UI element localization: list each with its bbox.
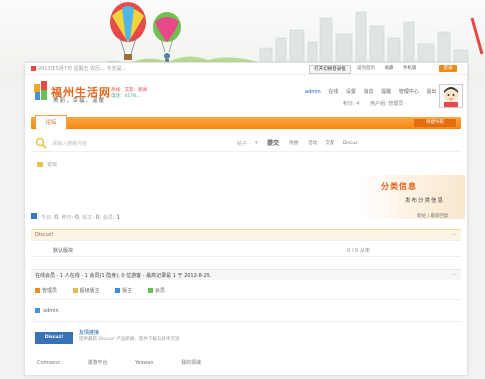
friend-link-list: Comsenz 漫游平台 Yeswan 我的领域 — [37, 359, 227, 366]
forum-stats: 今日: 0, 昨日: 0, 帖子: 0, 会员: 1 新帖 | 最新回复 — [31, 211, 461, 223]
stats-yesterday: 0 — [74, 213, 80, 221]
top-link-homepage[interactable]: 设为首页 — [357, 66, 375, 71]
online-members-title[interactable]: 在线会员 - 1 人在线 - 1 会员(1 隐身), 0 位游客 - 最高记录是… — [35, 272, 212, 279]
logo-icon[interactable] — [33, 80, 49, 102]
legend-label: 会员 — [154, 288, 165, 294]
hot-search-link[interactable]: 活动 — [308, 141, 317, 146]
user-group-legend: 管理员 超级版主 版主 会员 — [35, 287, 179, 294]
friend-link[interactable]: 我的领域 — [181, 360, 201, 366]
discuz-banner[interactable]: Discuz! — [35, 332, 73, 344]
stats-posts: 0 — [95, 213, 100, 221]
user-credits[interactable]: 积分: 4 — [343, 101, 359, 107]
user-link-settings[interactable]: 设置 — [346, 89, 356, 95]
site-slogan: 美丽，幸福，温暖 — [53, 98, 106, 104]
date-label: 2013年5月7日 星期五 农历... 今天是... — [38, 66, 127, 72]
legend-label: 版主 — [122, 288, 133, 294]
search-input[interactable]: 请输入搜索内容 — [52, 140, 87, 147]
avatar[interactable] — [439, 84, 463, 108]
hot-search-link[interactable]: 交友 — [325, 141, 334, 146]
user-link-logout[interactable]: 退出 — [426, 89, 436, 95]
calendar-icon — [31, 66, 36, 71]
quick-nav-button[interactable]: 快捷导航 — [414, 119, 456, 127]
breadcrumb-forum[interactable]: 论坛 — [47, 162, 57, 168]
friend-link[interactable]: Yeswan — [135, 360, 153, 366]
chevron-down-icon[interactable]: ▾ — [255, 140, 258, 146]
top-bar: 2013年5月7日 星期五 农历... 今天是... 打开切换登录框 设为首页 … — [25, 63, 467, 75]
stats-members: 1 — [116, 213, 121, 221]
legend-item: 版主 — [115, 288, 132, 294]
stats-posts-label: 帖子: — [82, 215, 94, 221]
forum-row: 默认版块 0 / 0 从未 — [31, 244, 461, 257]
hot-search-link[interactable]: Discuz — [343, 141, 358, 146]
forum-category-header: Discuz! — — [31, 229, 461, 241]
friend-link[interactable]: 漫游平台 — [88, 360, 108, 366]
user-link-notices[interactable]: 提醒 — [381, 89, 391, 95]
legend-item: 会员 — [147, 288, 165, 294]
friend-links-desc: 提供最新 Discuz! 产品新闻、软件下载与技术交流 — [79, 337, 180, 342]
forum-row-info: 0 / 0 从未 — [347, 248, 370, 254]
forum-name-link[interactable]: 默认版块 — [53, 247, 73, 254]
online-user-link[interactable]: admin — [43, 308, 59, 314]
stats-yesterday-label: 昨日: — [61, 215, 74, 221]
search-type-select[interactable]: 帖子 — [237, 140, 247, 147]
user-group[interactable]: 用户组: 管理员 — [370, 101, 403, 107]
friend-link[interactable]: Comsenz — [37, 360, 60, 366]
hot-search-label: 热搜: — [289, 141, 300, 146]
user-icon — [35, 308, 40, 313]
toggle-login-button[interactable]: 打开切换登录框 — [309, 65, 351, 74]
new-posts-links[interactable]: 新帖 | 最新回复 — [417, 213, 448, 219]
breadcrumb: 论坛 — [37, 161, 57, 168]
phone-text: 电话：4178.... — [111, 94, 142, 99]
mod-group-icon — [115, 288, 121, 293]
collapse-icon[interactable]: — — [451, 271, 457, 278]
date-text: 2013年5月7日 星期五 农历... 今天是... — [31, 65, 126, 72]
main-panel: 2013年5月7日 星期五 农历... 今天是... 打开切换登录框 设为首页 … — [24, 62, 468, 376]
search-submit-button[interactable]: 提交 — [267, 138, 279, 147]
stats-today-label: 今日: — [41, 215, 53, 221]
user-link-online[interactable]: 在线 — [328, 89, 338, 95]
top-login-button[interactable]: 登录 — [439, 65, 457, 72]
legend-item: 管理员 — [35, 288, 57, 294]
top-link-favorite[interactable]: 收藏 — [384, 66, 393, 71]
user-link-admin[interactable]: 管理中心 — [399, 89, 419, 95]
hot-search-links: 热搜: 活动 交友 Discuz — [289, 140, 365, 146]
top-link-mobile[interactable]: 手机版 — [403, 66, 417, 71]
user-menu: admin 在线 设置 消息 提醒 管理中心 退出 — [305, 88, 442, 95]
member-group-icon — [147, 288, 153, 293]
friend-links-title[interactable]: 友情链接 — [79, 329, 99, 336]
username-link[interactable]: admin — [305, 89, 321, 95]
online-members-header: 在线会员 - 1 人在线 - 1 会员(1 隐身), 0 位游客 - 最高记录是… — [31, 269, 461, 280]
top-links: 设为首页 收藏 手机版 — [357, 65, 424, 71]
divider — [31, 299, 461, 300]
home-icon[interactable] — [37, 162, 43, 167]
stats-today: 0 — [54, 213, 59, 221]
stats-text: 今日: 0, 昨日: 0, 帖子: 0, 会员: 1 — [41, 213, 121, 221]
legend-item: 超级版主 — [72, 288, 100, 294]
search-icon — [35, 137, 47, 149]
super-mod-group-icon — [72, 288, 78, 293]
stats-members-label: 会员: — [102, 215, 115, 221]
publish-classified-link[interactable]: 发布分类信息 — [405, 196, 444, 204]
search-bar: 请输入搜索内容 帖子 ▾ 提交 热搜: 活动 交友 Discuz — [31, 135, 461, 152]
forum-category-title[interactable]: Discuz! — [35, 232, 53, 238]
legend-label: 管理员 — [42, 288, 58, 294]
stats-icon — [31, 213, 37, 219]
online-user: admin — [35, 308, 59, 314]
friend-links: Discuz! 友情链接 提供最新 Discuz! 产品新闻、软件下载与技术交流… — [31, 321, 461, 372]
user-stats: 积分: 4 用户组: 管理员 — [343, 100, 412, 107]
main-nav: 论坛 快捷导航 — [31, 115, 461, 130]
user-link-messages[interactable]: 消息 — [363, 89, 373, 95]
admin-group-icon — [35, 288, 40, 293]
tab-forum[interactable]: 论坛 — [35, 115, 67, 130]
classified-title[interactable]: 分类信息 — [381, 181, 417, 192]
legend-label: 超级版主 — [79, 288, 100, 294]
collapse-icon[interactable]: — — [451, 231, 457, 238]
